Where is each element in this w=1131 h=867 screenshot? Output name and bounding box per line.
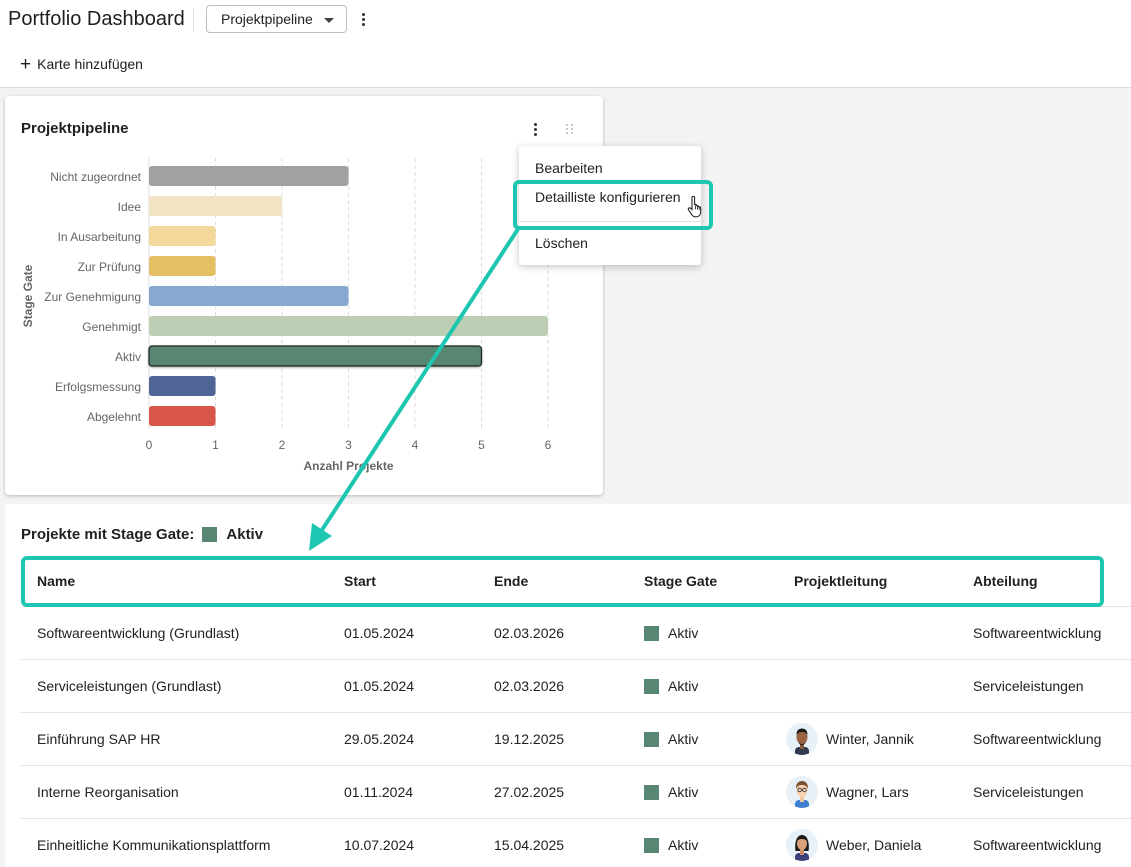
table-row[interactable]: Einheitliche Kommunikationsplattform 10.… [21,818,1131,867]
stage-color-swatch [644,732,659,747]
title-divider [193,8,194,32]
avatar [786,829,818,861]
cell-start: 29.05.2024 [344,731,415,747]
cell-name: Interne Reorganisation [37,784,179,800]
bar-5 [149,316,548,336]
category-label: Erfolgsmessung [55,380,141,394]
person-avatar-icon [795,728,809,755]
cell-name: Serviceleistungen (Grundlast) [37,678,222,694]
cell-stage: Aktiv [668,731,699,747]
category-label: Abgelehnt [87,410,142,424]
cell-end: 19.12.2025 [494,731,565,747]
bar-1 [149,196,282,216]
cell-name: Einführung SAP HR [37,731,161,747]
person-avatar-icon [795,781,809,808]
bar-4 [149,286,349,306]
cell-project-lead: Weber, Daniela [826,837,922,853]
category-label: Aktiv [115,350,141,364]
cell-department: Serviceleistungen [973,784,1084,800]
cell-end: 27.02.2025 [494,784,565,800]
bar-2 [149,226,216,246]
x-tick-label: 3 [345,438,352,452]
bar-7 [149,376,216,396]
cell-start: 01.11.2024 [344,784,414,800]
bar-3 [149,256,216,276]
cell-department: Softwareentwicklung [973,731,1102,747]
cell-stage: Aktiv [668,784,699,800]
bar-0 [149,166,349,186]
category-label: In Ausarbeitung [58,230,141,244]
stage-color-swatch [644,785,659,800]
cell-end: 02.03.2026 [494,678,565,694]
add-card-label: Karte hinzufügen [37,56,143,72]
x-tick-label: 2 [279,438,286,452]
stage-color-swatch [202,527,218,542]
caret-down-icon [324,18,334,23]
pipeline-bar-chart: Nicht zugeordnet Idee In Ausarbeitung Zur P… [21,158,552,473]
add-card-button[interactable]: + Karte hinzufügen [20,54,143,74]
y-axis-title: Stage Gate [21,264,35,327]
cell-name: Softwareentwicklung (Grundlast) [37,625,240,641]
detail-list-title-text: Projekte mit Stage Gate: [21,526,195,543]
avatar [786,776,818,808]
cell-stage: Aktiv [668,678,699,694]
category-label: Idee [118,200,142,214]
x-tick-label: 5 [478,438,485,452]
menu-item-highlight [513,180,713,230]
cell-department: Serviceleistungen [973,678,1084,694]
cell-department: Softwareentwicklung [973,837,1102,853]
menu-item-delete[interactable]: Löschen [535,235,588,251]
cell-start: 10.07.2024 [344,837,415,853]
detail-list-title: Projekte mit Stage Gate: Aktiv [21,526,263,543]
page-title: Portfolio Dashboard [8,8,185,30]
top-bar: Portfolio Dashboard Projektpipeline + Ka… [0,0,1131,88]
view-select[interactable]: Projektpipeline [206,5,347,33]
column-header-highlight [21,556,1104,607]
detail-list-stage: Aktiv [226,526,264,543]
stage-color-swatch [644,838,659,853]
stage-color-swatch [644,626,659,641]
table-row[interactable]: Softwareentwicklung (Grundlast) 01.05.20… [21,606,1131,659]
cell-end: 02.03.2026 [494,625,565,641]
cell-start: 01.05.2024 [344,678,415,694]
cell-department: Softwareentwicklung [973,625,1102,641]
x-tick-label: 4 [412,438,419,452]
cell-end: 15.04.2025 [494,837,565,853]
cell-name: Einheitliche Kommunikationsplattform [37,837,271,853]
category-label: Nicht zugeordnet [50,170,141,184]
plus-icon: + [20,53,32,75]
x-tick-label: 6 [545,438,552,452]
view-select-value: Projektpipeline [221,11,313,27]
cell-start: 01.05.2024 [344,625,415,641]
table-row[interactable]: Serviceleistungen (Grundlast) 01.05.2024… [21,659,1131,712]
x-tick-label: 0 [146,438,153,452]
cell-stage: Aktiv [668,837,699,853]
category-label: Genehmigt [82,320,141,334]
dashboard-more-icon[interactable] [357,10,371,28]
stage-color-swatch [644,679,659,694]
menu-item-edit[interactable]: Bearbeiten [535,160,603,176]
cell-stage: Aktiv [668,625,699,641]
category-label: Zur Prüfung [78,260,141,274]
person-avatar-icon [795,835,809,861]
bar-6 [148,345,483,367]
x-axis-title: Anzahl Projekte [303,459,393,473]
category-label: Zur Genehmigung [44,290,141,304]
avatar [786,723,818,755]
table-row[interactable]: Einführung SAP HR 29.05.2024 19.12.2025 … [21,712,1131,765]
chart-card: Projektpipeline Nicht zugeordnet Idee In A… [5,96,603,495]
bar-8 [149,406,216,426]
table-row[interactable]: Interne Reorganisation 01.11.2024 27.02.… [21,765,1131,818]
cell-project-lead: Winter, Jannik [826,731,914,747]
cell-project-lead: Wagner, Lars [826,784,909,800]
x-tick-label: 1 [212,438,219,452]
